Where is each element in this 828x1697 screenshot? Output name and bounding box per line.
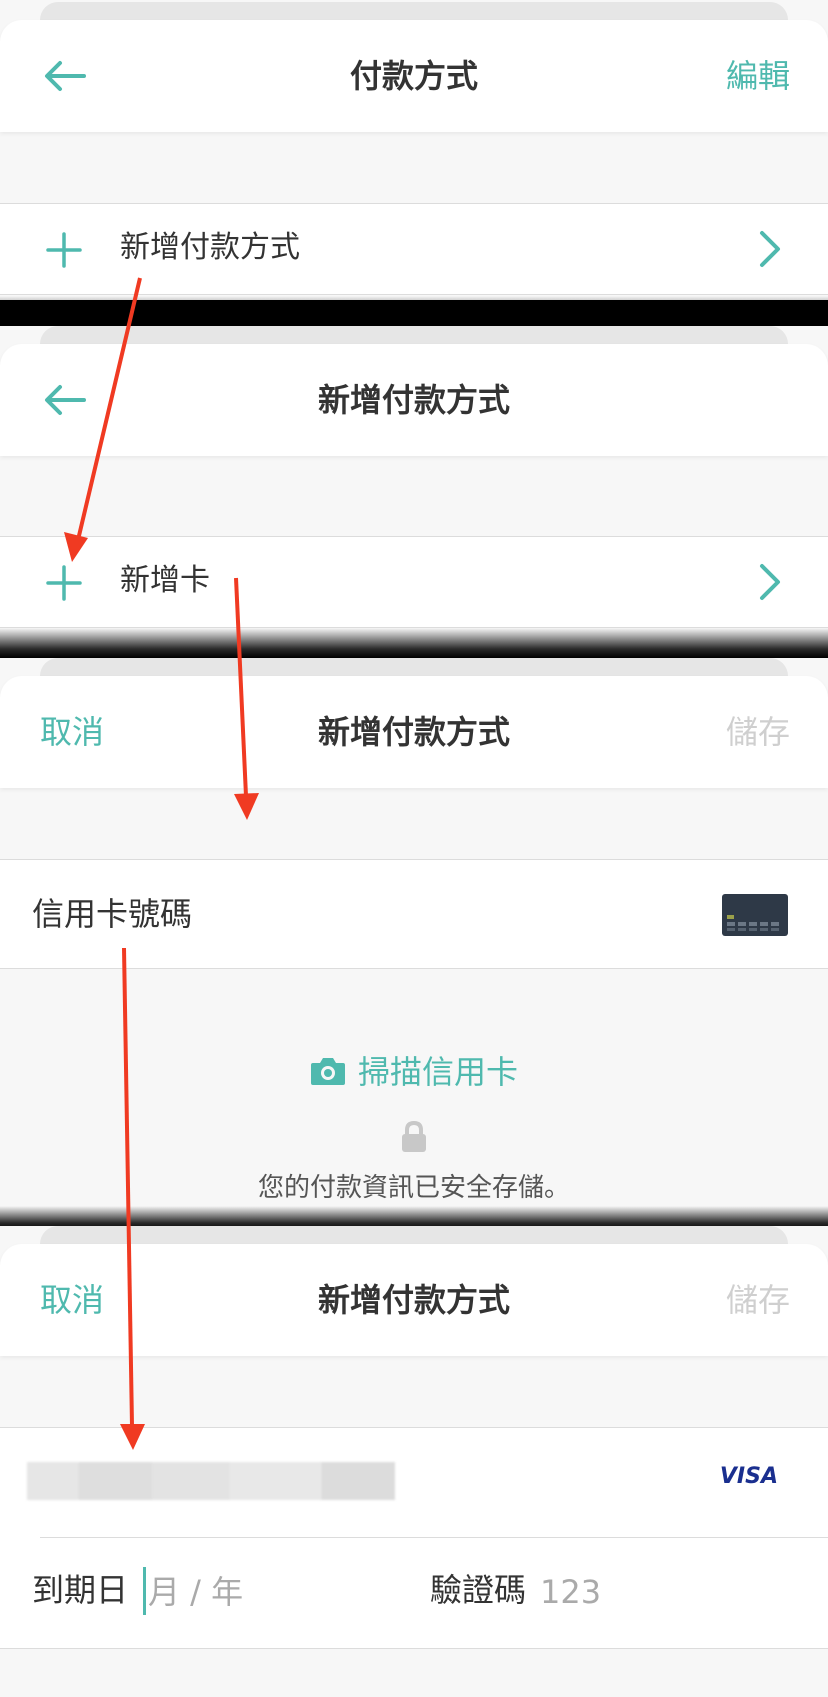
cvc-label: 驗證碼 [430,1571,527,1609]
page-title: 付款方式 [349,57,478,95]
panel-shadow [0,628,828,658]
plus-icon [46,565,82,601]
visa-logo: VISA [719,1464,778,1489]
add-card-row[interactable]: 新增卡 [0,536,828,628]
page-title: 新增付款方式 [317,713,510,751]
page-title: 新增付款方式 [317,1281,510,1319]
nav-header: 取消 新增付款方式 儲存 [0,1244,828,1356]
chevron-right-icon [760,231,780,267]
row-label: 新增卡 [120,563,210,598]
lock-icon [402,1120,426,1152]
expiry-label: 到期日 [32,1571,129,1609]
page-title: 新增付款方式 [317,381,510,419]
panel-shadow [0,1206,828,1228]
row-label: 新增付款方式 [120,230,300,265]
credit-card-icon [722,894,788,936]
secure-notice: 您的付款資訊已安全存儲。 [257,1173,570,1203]
scan-card-button[interactable]: 掃描信用卡 [0,1050,828,1094]
card-form: VISA 到期日 月 / 年 驗證碼 123 [0,1427,828,1649]
screen-card-entry: 取消 新增付款方式 儲存 信用卡號碼 掃描信用卡 您的付款資訊已安全存儲。 [0,658,828,1228]
screen-payment-methods: 付款方式 編輯 新增付款方式 [0,0,828,300]
card-number-label: 信用卡號碼 [32,895,193,933]
plus-icon [46,232,82,268]
nav-header: 新增付款方式 [0,344,828,456]
field-divider [40,1537,828,1538]
chevron-right-icon [760,564,780,600]
card-number-row[interactable]: 信用卡號碼 [0,859,828,969]
add-payment-method-row[interactable]: 新增付款方式 [0,203,828,295]
screen-add-payment-method: 新增付款方式 新增卡 [0,326,828,658]
card-number-input-redacted[interactable] [27,1462,395,1500]
save-button[interactable]: 儲存 [726,1278,790,1322]
edit-button[interactable]: 編輯 [726,54,790,98]
expiry-input[interactable]: 月 / 年 [148,1570,243,1614]
nav-header: 取消 新增付款方式 儲存 [0,676,828,788]
text-caret [143,1567,146,1615]
screen-card-details: 取消 新增付款方式 儲存 VISA 到期日 月 / 年 驗證碼 123 [0,1226,828,1697]
nav-header: 付款方式 編輯 [0,20,828,132]
panel-shadow [0,296,828,300]
camera-icon [310,1058,345,1085]
save-button[interactable]: 儲存 [726,710,790,754]
cvc-input[interactable]: 123 [540,1570,601,1614]
scan-card-label: 掃描信用卡 [357,1053,518,1091]
